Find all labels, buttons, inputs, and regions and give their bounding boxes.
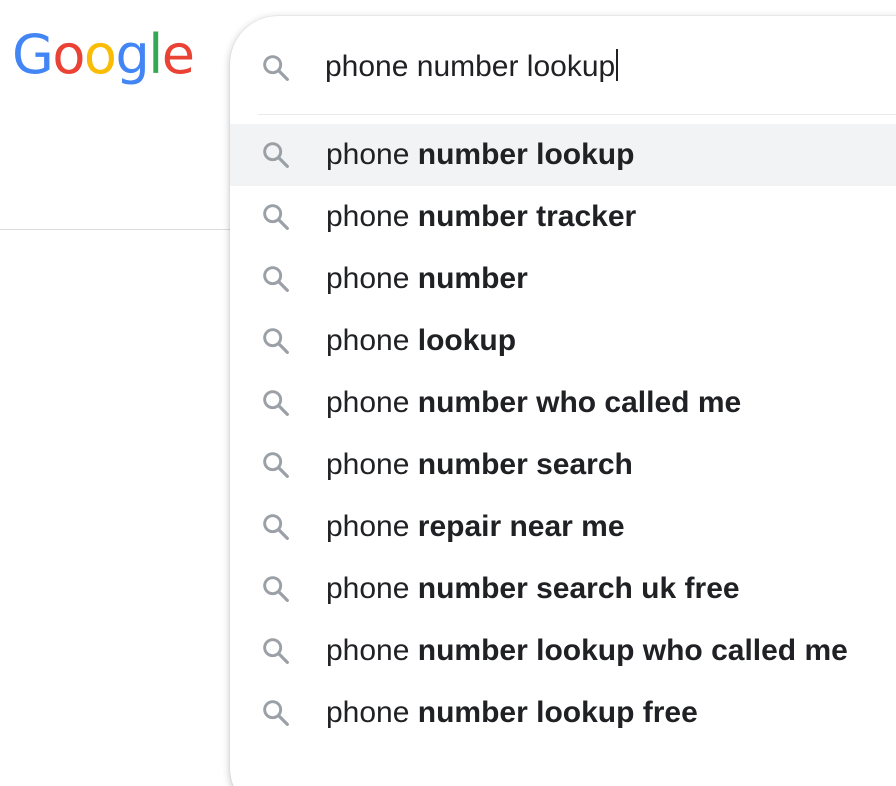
suggestion-item[interactable]: phone repair near me [230, 496, 896, 558]
suggestion-prefix: phone [326, 510, 418, 543]
suggestion-text: phone number search [326, 446, 633, 484]
suggestion-completion: number search uk free [417, 572, 740, 605]
suggestion-completion: number [417, 262, 528, 295]
logo-letter: o [52, 23, 85, 86]
suggestion-prefix: phone [326, 572, 418, 605]
suggestion-item[interactable]: phone number lookup who called me [230, 620, 896, 682]
suggestion-prefix: phone [326, 634, 418, 667]
suggestion-item[interactable]: phone number lookup free [230, 682, 896, 744]
logo-letter: e [161, 23, 195, 86]
search-box-dropdown: phone number lookup phone number lookup p… [230, 16, 896, 786]
suggestion-text: phone number tracker [326, 198, 636, 236]
search-divider [258, 114, 896, 115]
suggestion-text: phone number lookup free [326, 694, 698, 732]
logo-letter: g [115, 23, 149, 86]
suggestion-item[interactable]: phone number search [230, 434, 896, 496]
suggestion-completion: number lookup who called me [417, 634, 848, 667]
suggestion-item[interactable]: phone number search uk free [230, 558, 896, 620]
google-search-page: Google phone number lookup phone number … [0, 0, 896, 786]
suggestion-text: phone lookup [326, 322, 516, 360]
search-icon [263, 576, 289, 602]
search-input[interactable]: phone number lookup [325, 48, 619, 86]
search-icon [263, 204, 289, 230]
search-input-value: phone number lookup [325, 50, 616, 83]
suggestion-prefix: phone [326, 696, 418, 729]
search-icon [263, 452, 289, 478]
suggestion-text: phone repair near me [326, 508, 625, 546]
suggestion-text: phone number who called me [326, 384, 741, 422]
suggestion-completion: number tracker [417, 200, 637, 233]
suggestion-text: phone number lookup [326, 136, 634, 174]
search-bar: phone number lookup [230, 16, 896, 116]
suggestion-prefix: phone [326, 448, 418, 481]
suggestion-prefix: phone [326, 200, 418, 233]
suggestion-completion: number search [417, 448, 633, 481]
google-logo[interactable]: Google [12, 23, 195, 86]
text-caret [616, 49, 619, 81]
logo-letter: l [148, 23, 163, 86]
search-icon [263, 328, 289, 354]
search-icon [263, 55, 289, 81]
search-icon [263, 514, 289, 540]
suggestion-completion: repair near me [417, 510, 625, 543]
suggestion-list: phone number lookup phone number tracker p… [230, 124, 896, 744]
header-divider [0, 229, 240, 230]
suggestion-text: phone number [326, 260, 528, 298]
suggestion-item[interactable]: phone number [230, 248, 896, 310]
suggestion-text: phone number lookup who called me [326, 632, 848, 670]
suggestion-item[interactable]: phone number tracker [230, 186, 896, 248]
suggestion-prefix: phone [326, 138, 418, 171]
logo-letter: o [83, 23, 117, 86]
suggestion-item[interactable]: phone number lookup [230, 124, 896, 186]
suggestion-text: phone number search uk free [326, 570, 740, 608]
search-icon [263, 638, 289, 664]
suggestion-completion: number lookup [417, 138, 635, 171]
suggestion-item[interactable]: phone number who called me [230, 372, 896, 434]
search-icon [263, 142, 289, 168]
suggestion-completion: number who called me [417, 386, 742, 419]
suggestion-prefix: phone [326, 324, 418, 357]
search-icon [263, 390, 289, 416]
suggestion-prefix: phone [326, 386, 418, 419]
logo-letter: G [12, 23, 54, 86]
suggestion-completion: number lookup free [417, 696, 698, 729]
suggestion-item[interactable]: phone lookup [230, 310, 896, 372]
search-icon [263, 266, 289, 292]
search-icon [263, 700, 289, 726]
suggestion-completion: lookup [417, 324, 517, 357]
suggestion-prefix: phone [326, 262, 418, 295]
